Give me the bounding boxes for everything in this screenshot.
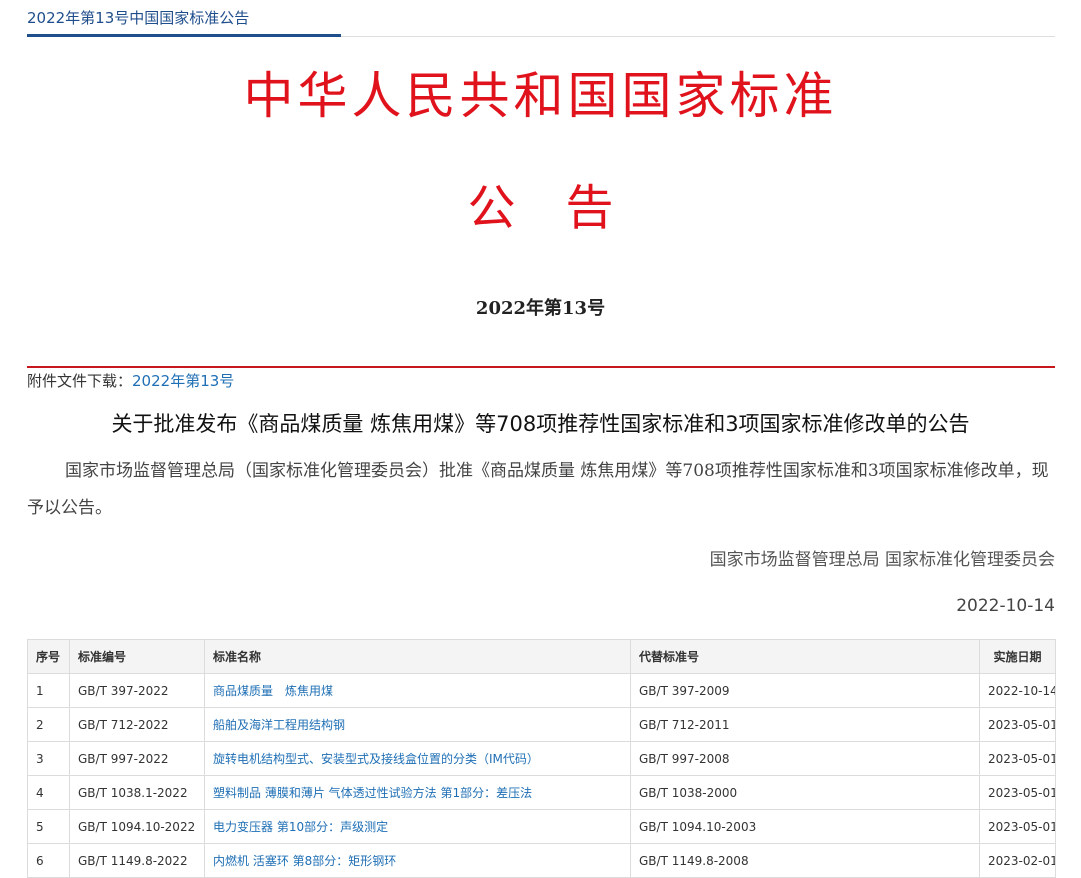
attachment-download-link[interactable]: 2022年第13号 [132,372,234,390]
breadcrumb-bar: 2022年第13号中国国家标准公告 [27,0,1055,37]
cell-name-link[interactable]: 旋转电机结构型式、安装型式及接线盒位置的分类（IM代码） [204,741,631,776]
cell-date: 2023-05-01 [979,707,1056,742]
cell-code: GB/T 712-2022 [69,707,205,742]
cell-index: 4 [27,775,70,810]
cell-index: 5 [27,809,70,844]
cell-name-link[interactable]: 内燃机 活塞环 第8部分：矩形钢环 [204,843,631,878]
page-title: 中华人民共和国国家标准 [243,67,838,125]
announcement-heading: 公告 [467,180,664,236]
red-divider [27,366,1055,368]
col-header-code: 标准编号 [69,639,205,674]
notice-date: 2022-10-14 [956,596,1055,616]
cell-name-link[interactable]: 商品煤质量 炼焦用煤 [204,673,631,708]
cell-replaced: GB/T 712-2011 [630,707,980,742]
col-header-name: 标准名称 [204,639,631,674]
standards-table: 序号 标准编号 标准名称 代替标准号 实施日期 1 GB/T 397-2022 … [27,639,1056,878]
cell-code: GB/T 1149.8-2022 [69,843,205,878]
breadcrumb[interactable]: 2022年第13号中国国家标准公告 [27,7,249,28]
cell-date: 2022-10-14 [979,673,1056,708]
col-header-index: 序号 [27,639,70,674]
table-row: 6 GB/T 1149.8-2022 内燃机 活塞环 第8部分：矩形钢环 GB/… [27,843,1056,878]
table-row: 1 GB/T 397-2022 商品煤质量 炼焦用煤 GB/T 397-2009… [27,673,1056,708]
col-header-replaced: 代替标准号 [630,639,980,674]
cell-code: GB/T 1038.1-2022 [69,775,205,810]
cell-date: 2023-02-01 [979,843,1056,878]
cell-replaced: GB/T 1094.10-2003 [630,809,980,844]
cell-code: GB/T 997-2022 [69,741,205,776]
cell-code: GB/T 397-2022 [69,673,205,708]
cell-code: GB/T 1094.10-2022 [69,809,205,844]
attachment-line: 附件文件下载：2022年第13号 [27,370,234,391]
cell-index: 6 [27,843,70,878]
table-row: 2 GB/T 712-2022 船舶及海洋工程用结构钢 GB/T 712-201… [27,707,1056,742]
cell-name-link[interactable]: 电力变压器 第10部分：声级测定 [204,809,631,844]
table-row: 5 GB/T 1094.10-2022 电力变压器 第10部分：声级测定 GB/… [27,809,1056,844]
cell-name-link[interactable]: 塑料制品 薄膜和薄片 气体透过性试验方法 第1部分：差压法 [204,775,631,810]
notice-body: 国家市场监督管理总局（国家标准化管理委员会）批准《商品煤质量 炼焦用煤》等708… [27,461,1049,518]
issue-number: 2022年第13号 [475,298,606,319]
cell-replaced: GB/T 997-2008 [630,741,980,776]
table-row: 4 GB/T 1038.1-2022 塑料制品 薄膜和薄片 气体透过性试验方法 … [27,775,1056,810]
notice-title: 关于批准发布《商品煤质量 炼焦用煤》等708项推荐性国家标准和3项国家标准修改单… [111,412,970,436]
cell-name-link[interactable]: 船舶及海洋工程用结构钢 [204,707,631,742]
cell-date: 2023-05-01 [979,809,1056,844]
col-header-date: 实施日期 [979,639,1056,674]
cell-date: 2023-05-01 [979,741,1056,776]
cell-index: 3 [27,741,70,776]
cell-index: 1 [27,673,70,708]
cell-replaced: GB/T 1149.8-2008 [630,843,980,878]
cell-replaced: GB/T 397-2009 [630,673,980,708]
table-row: 3 GB/T 997-2022 旋转电机结构型式、安装型式及接线盒位置的分类（I… [27,741,1056,776]
cell-replaced: GB/T 1038-2000 [630,775,980,810]
signatory: 国家市场监督管理总局 国家标准化管理委员会 [709,550,1055,570]
attachment-label: 附件文件下载： [27,372,133,390]
table-header-row: 序号 标准编号 标准名称 代替标准号 实施日期 [27,639,1056,674]
cell-index: 2 [27,707,70,742]
cell-date: 2023-05-01 [979,775,1056,810]
breadcrumb-underline [27,34,341,37]
